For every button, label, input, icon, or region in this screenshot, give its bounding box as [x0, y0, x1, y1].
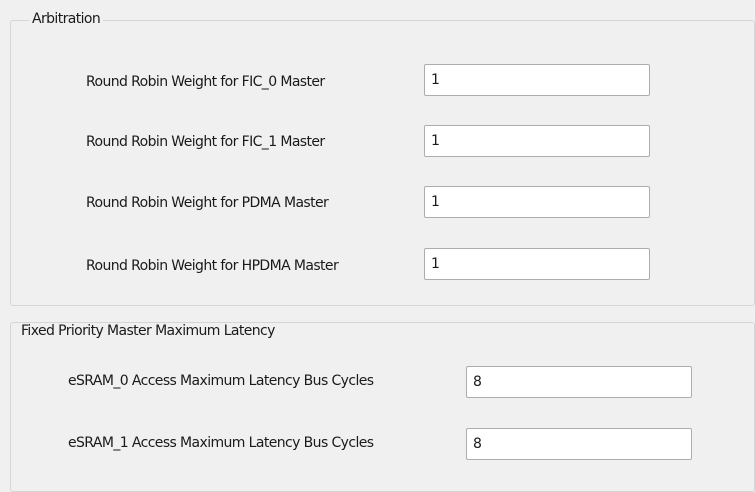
- fic0-weight-label: Round Robin Weight for FIC_0 Master: [86, 74, 325, 90]
- fic1-weight-label: Round Robin Weight for FIC_1 Master: [86, 134, 325, 150]
- esram1-latency-label: eSRAM_1 Access Maximum Latency Bus Cycle…: [68, 435, 374, 451]
- fic1-weight-input[interactable]: [424, 125, 650, 157]
- fixed-priority-group: [10, 322, 755, 492]
- pdma-weight-label: Round Robin Weight for PDMA Master: [86, 195, 329, 211]
- pdma-weight-input[interactable]: [424, 186, 650, 218]
- esram0-latency-input[interactable]: [466, 366, 692, 398]
- hpdma-weight-input[interactable]: [424, 248, 650, 280]
- esram1-latency-input[interactable]: [466, 428, 692, 460]
- hpdma-weight-label: Round Robin Weight for HPDMA Master: [86, 258, 339, 274]
- arbitration-group-title: Arbitration: [29, 11, 104, 27]
- fic0-weight-input[interactable]: [424, 64, 650, 96]
- fixed-priority-group-title: Fixed Priority Master Maximum Latency: [21, 323, 278, 339]
- esram0-latency-label: eSRAM_0 Access Maximum Latency Bus Cycle…: [68, 373, 374, 389]
